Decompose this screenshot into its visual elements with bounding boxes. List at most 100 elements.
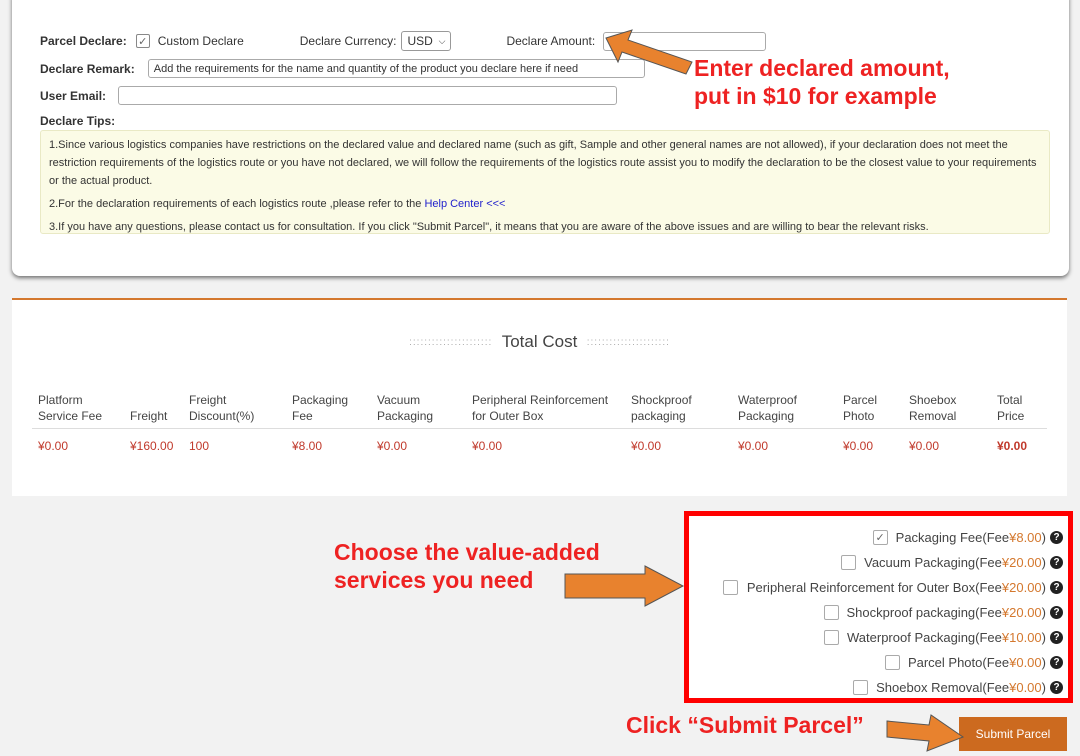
header-vacuum-packaging: Vacuum Packaging	[377, 393, 434, 423]
service-name: Shoebox Removal(Fee	[876, 679, 1010, 695]
service-shoebox-removal[interactable]: Shoebox Removal(Fee ¥0.00 ) ?	[853, 677, 1063, 697]
help-center-link[interactable]: Help Center <<<	[424, 198, 505, 210]
service-waterproof-packaging[interactable]: Waterproof Packaging(Fee ¥10.00 ) ?	[824, 627, 1063, 647]
help-icon[interactable]: ?	[1050, 555, 1063, 569]
header-peripheral-reinforcement: Peripheral Reinforcement for Outer Box	[472, 393, 609, 423]
shoebox-removal-checkbox[interactable]	[853, 679, 869, 695]
annotation-services: Choose the value-added services you need	[334, 538, 600, 594]
value-shockproof-packaging: ¥0.00	[631, 439, 662, 453]
service-name: Parcel Photo(Fee	[907, 654, 1010, 670]
declare-tips-box: 1.Since various logistics companies have…	[40, 130, 1050, 234]
header-shockproof-packaging: Shockproof packaging	[631, 393, 692, 423]
vacuum-packaging-checkbox[interactable]	[841, 554, 857, 570]
help-icon[interactable]: ?	[1050, 530, 1063, 544]
cost-title-row: :::::::::::::::::::::: Total Cost ::::::…	[12, 332, 1067, 352]
service-price: ¥10.00	[1001, 629, 1042, 645]
value-packaging-fee: ¥8.00	[292, 439, 323, 453]
currency-label: Declare Currency:	[299, 34, 397, 48]
remark-label: Declare Remark:	[40, 61, 135, 76]
tip-1: 1.Since various logistics companies have…	[49, 139, 1037, 187]
service-price: ¥0.00	[1009, 679, 1042, 695]
service-close: )	[1041, 629, 1046, 645]
service-close: )	[1041, 654, 1046, 670]
tip-3: 3.If you have any questions, please cont…	[49, 221, 929, 233]
service-close: )	[1041, 604, 1046, 620]
declare-card: Parcel Declare: ✓ Custom Declare Declare…	[12, 0, 1069, 276]
value-platform-service-fee: ¥0.00	[38, 439, 69, 453]
help-icon[interactable]: ?	[1050, 630, 1063, 644]
value-total-price: ¥0.00	[997, 439, 1028, 453]
shockproof-packaging-checkbox[interactable]	[823, 604, 839, 620]
remark-input[interactable]: Add the requirements for the name and qu…	[147, 59, 645, 78]
value-shoebox-removal: ¥0.00	[909, 439, 940, 453]
help-icon[interactable]: ?	[1050, 680, 1063, 694]
title-divider-left: ::::::::::::::::::::::	[409, 337, 493, 349]
service-close: )	[1041, 679, 1046, 695]
cost-card: :::::::::::::::::::::: Total Cost ::::::…	[12, 298, 1067, 496]
service-price: ¥20.00	[1001, 604, 1042, 620]
custom-declare-checkbox[interactable]: ✓	[135, 34, 150, 48]
parcel-declare-label: Parcel Declare:	[40, 34, 127, 48]
service-price: ¥0.00	[1009, 654, 1042, 670]
service-peripheral-reinforcement[interactable]: Peripheral Reinforcement for Outer Box(F…	[722, 577, 1063, 597]
service-price: ¥20.00	[1001, 554, 1042, 570]
value-peripheral-reinforcement: ¥0.00	[472, 439, 503, 453]
currency-select[interactable]: USD ⌵	[401, 31, 452, 51]
help-icon[interactable]: ?	[1050, 655, 1063, 669]
header-shoebox-removal: Shoebox Removal	[909, 393, 957, 423]
peripheral-reinforcement-checkbox[interactable]	[722, 579, 738, 595]
value-waterproof-packaging: ¥0.00	[738, 439, 769, 453]
cost-table: Platform Service Fee Freight Freight Dis…	[32, 374, 1047, 463]
service-name: Vacuum Packaging(Fee	[864, 554, 1002, 570]
service-close: )	[1041, 554, 1046, 570]
value-freight-discount: 100	[189, 439, 210, 453]
tips-label: Declare Tips:	[40, 114, 116, 128]
service-packaging-fee[interactable]: ✓ Packaging Fee(Fee ¥8.00 ) ?	[872, 527, 1063, 547]
custom-declare-label: Custom Declare	[157, 34, 244, 48]
service-price: ¥20.00	[1001, 579, 1042, 595]
service-vacuum-packaging[interactable]: Vacuum Packaging(Fee ¥20.00 ) ?	[841, 552, 1063, 572]
annotation-submit: Click “Submit Parcel”	[626, 712, 864, 738]
value-parcel-photo: ¥0.00	[843, 439, 874, 453]
service-close: )	[1041, 529, 1046, 545]
help-icon[interactable]: ?	[1050, 580, 1063, 594]
service-shockproof-packaging[interactable]: Shockproof packaging(Fee ¥20.00 ) ?	[823, 602, 1063, 622]
cost-table-header: Platform Service Fee Freight Freight Dis…	[32, 374, 1047, 429]
cost-title: Total Cost	[501, 332, 578, 351]
value-added-services: ✓ Packaging Fee(Fee ¥8.00 ) ? Vacuum Pac…	[684, 511, 1073, 703]
header-freight: Freight	[130, 409, 168, 423]
value-freight: ¥160.00	[130, 439, 174, 453]
header-parcel-photo: Parcel Photo	[843, 393, 878, 423]
email-label: User Email:	[40, 88, 107, 103]
help-icon[interactable]: ?	[1050, 605, 1063, 619]
amount-label: Declare Amount:	[506, 34, 596, 48]
header-total-price: Total Price	[997, 393, 1025, 423]
annotation-line: put in $10 for example	[694, 83, 937, 109]
service-name: Peripheral Reinforcement for Outer Box(F…	[746, 579, 1002, 595]
cost-table-row: ¥0.00 ¥160.00 100 ¥8.00 ¥0.00 ¥0.00 ¥0.0…	[32, 429, 1047, 463]
annotation-line: services you need	[334, 567, 534, 593]
service-name: Packaging Fee(Fee	[895, 529, 1010, 545]
header-waterproof-packaging: Waterproof Packaging	[738, 393, 797, 423]
title-divider-right: ::::::::::::::::::::::	[586, 337, 670, 349]
waterproof-packaging-checkbox[interactable]	[824, 629, 840, 645]
chevron-down-icon: ⌵	[438, 35, 446, 46]
currency-value: USD	[407, 34, 433, 48]
email-row: User Email:	[40, 86, 618, 105]
submit-parcel-button[interactable]: Submit Parcel	[959, 717, 1067, 751]
service-parcel-photo[interactable]: Parcel Photo(Fee ¥0.00 ) ?	[884, 652, 1063, 672]
arrow-to-amount-icon	[605, 29, 693, 75]
arrow-to-submit-icon	[886, 714, 965, 752]
header-freight-discount: Freight Discount(%)	[189, 393, 255, 423]
parcel-photo-checkbox[interactable]	[884, 654, 900, 670]
service-name: Waterproof Packaging(Fee	[847, 629, 1002, 645]
service-name: Shockproof packaging(Fee	[846, 604, 1002, 620]
service-price: ¥8.00	[1009, 529, 1042, 545]
tips-label-row: Declare Tips:	[40, 114, 115, 128]
tip-2-text: 2.For the declaration requirements of ea…	[49, 198, 425, 210]
service-close: )	[1041, 579, 1046, 595]
header-packaging-fee: Packaging Fee	[292, 393, 349, 423]
email-input[interactable]	[118, 86, 618, 105]
packaging-fee-checkbox[interactable]: ✓	[872, 529, 888, 545]
arrow-to-services-icon	[564, 565, 685, 607]
